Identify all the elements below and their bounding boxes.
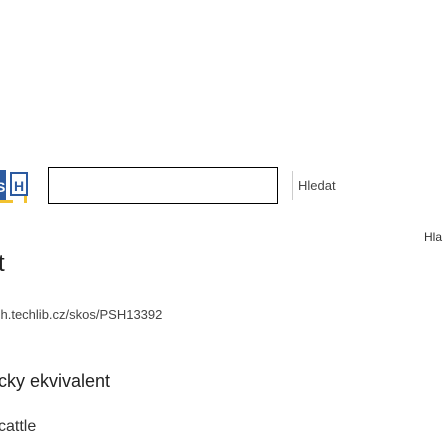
main-menu-link[interactable]: Hla [424,230,442,244]
term-title: t [0,250,5,277]
equivalent-term[interactable]: cattle [0,418,36,436]
search-input[interactable] [48,167,278,204]
logo-bar-yellow [0,200,13,203]
term-uri-link[interactable]: sh.techlib.cz/skos/PSH13392 [0,307,162,322]
equivalent-section-heading: cky ekvivalent [0,371,111,391]
search-button[interactable]: Hledat [292,167,370,204]
psh-logo-icon[interactable]: S H [0,168,32,206]
logo-letter-s: S [0,179,5,195]
logo-letter-h: H [14,178,24,194]
logo-bar-yellow-2 [24,196,27,203]
page: S H Hledat Hla t sh.techlib.cz/skos/PSH1… [0,0,448,448]
